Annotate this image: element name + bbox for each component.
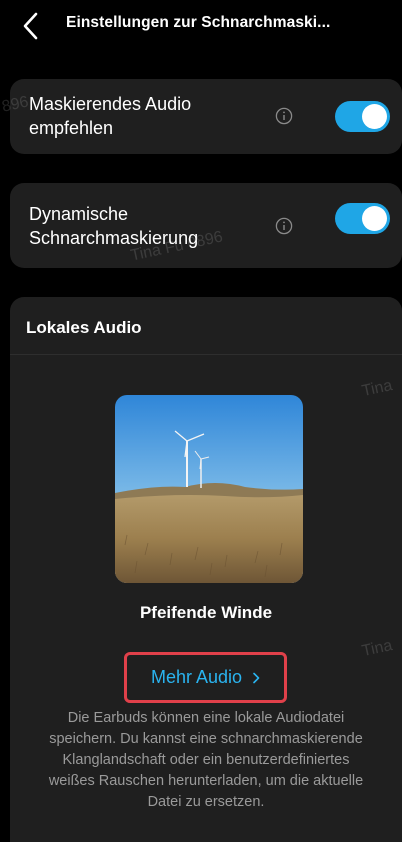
setting-label-line-1: Dynamische: [29, 204, 129, 224]
setting-label: Maskierendes Audio empfehlen: [29, 92, 191, 140]
back-button[interactable]: [18, 10, 46, 42]
setting-dynamic-snore-masking: Dynamische Schnarchmaskierung: [10, 183, 402, 268]
chevron-right-icon: [252, 667, 260, 688]
more-audio-link[interactable]: Mehr Audio: [127, 667, 284, 688]
toggle-knob: [362, 104, 387, 129]
sound-artwork-image: [115, 395, 303, 583]
section-title: Lokales Audio: [26, 318, 142, 337]
page-title: Einstellungen zur Schnarchmaski...: [66, 14, 331, 31]
setting-label-line-2: Schnarchmaskierung: [29, 228, 199, 248]
chevron-left-icon: [23, 12, 38, 40]
info-icon[interactable]: [275, 107, 293, 125]
wind-turbine-landscape-image: [115, 395, 303, 583]
sound-name: Pfeifende Winde: [139, 603, 273, 622]
page: Einstellungen zur Schnarchmaski... Maski…: [0, 0, 402, 842]
divider: [10, 354, 402, 355]
setting-label-line-2: empfehlen: [29, 118, 114, 138]
setting-recommend-masking-audio: Maskierendes Audio empfehlen: [10, 79, 402, 154]
local-audio-description: Die Earbuds können eine lokale Audiodate…: [48, 710, 364, 810]
more-audio-button[interactable]: Mehr Audio: [124, 652, 287, 703]
header: Einstellungen zur Schnarchmaski...: [0, 0, 402, 54]
dynamic-snore-masking-toggle[interactable]: [335, 203, 390, 234]
more-audio-label: Mehr Audio: [150, 667, 243, 687]
recommend-masking-audio-toggle[interactable]: [335, 101, 390, 132]
toggle-knob: [362, 206, 387, 231]
setting-label-line-1: Maskierendes Audio: [29, 94, 192, 114]
setting-label: Dynamische Schnarchmaskierung: [29, 202, 198, 250]
info-icon[interactable]: [275, 217, 293, 235]
local-audio-card: Lokales Audio Pfeifende Winde Mehr Audio…: [10, 297, 402, 842]
